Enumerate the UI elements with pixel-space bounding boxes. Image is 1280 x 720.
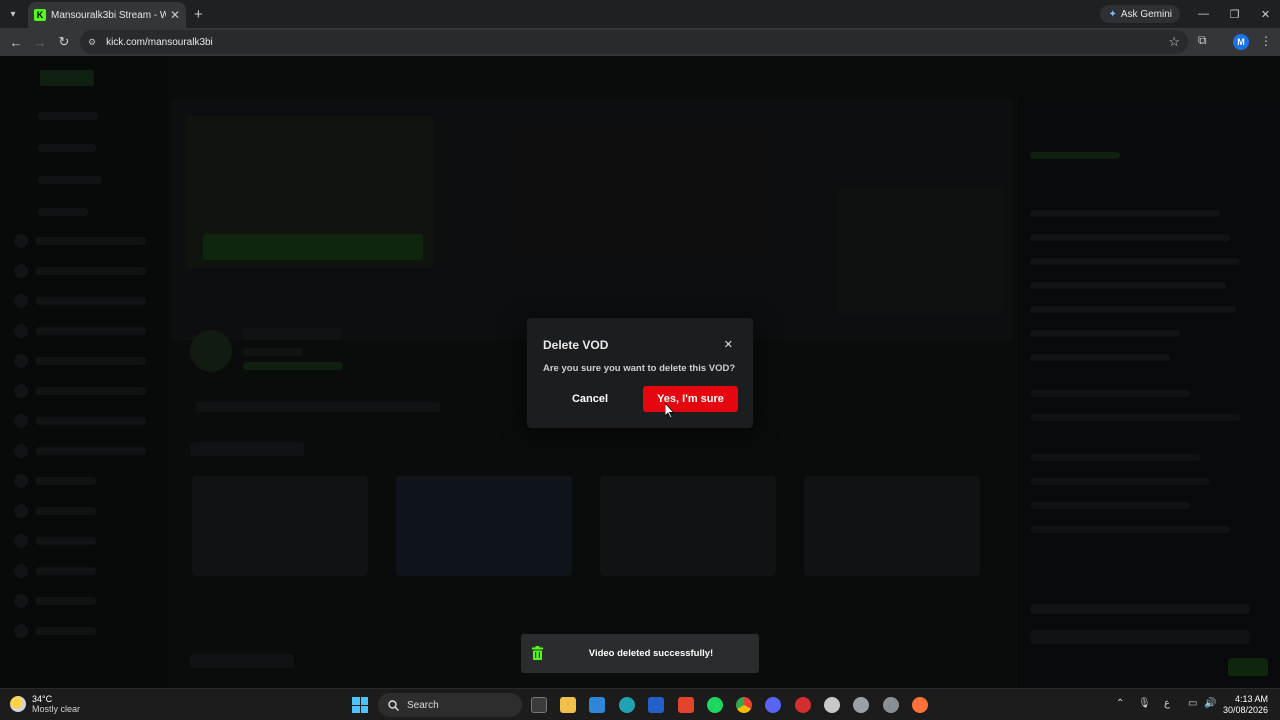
chrome-icon[interactable]	[736, 697, 752, 713]
spotify-icon[interactable]	[707, 697, 723, 713]
language-icon[interactable]: ع	[1164, 698, 1170, 709]
mouse-cursor-icon	[665, 403, 675, 419]
success-toast: Video deleted successfully!	[521, 634, 759, 673]
microphone-icon[interactable]: 🎙	[1138, 698, 1151, 709]
steam-icon[interactable]	[824, 697, 840, 713]
taskbar-search[interactable]: Search	[378, 693, 522, 717]
weather-widget[interactable]: 34°C Mostly clear	[10, 694, 80, 714]
close-icon[interactable]: ✕	[724, 338, 733, 351]
brave-icon[interactable]	[678, 697, 694, 713]
browser-tab[interactable]: K Mansouralk3bi Stream - Watch ✕	[28, 2, 186, 28]
dialog-message: Are you sure you want to delete this VOD…	[543, 363, 736, 374]
windows-taskbar: 34°C Mostly clear Search ⌃ 🎙 ع ▭ 🔊 4:13 …	[0, 688, 1280, 720]
site-info-icon[interactable]: ⚙	[88, 37, 96, 48]
address-bar[interactable]: ⚙ kick.com/mansouralk3bi ☆	[80, 30, 1188, 54]
app-icon[interactable]	[883, 697, 899, 713]
search-icon	[388, 699, 399, 711]
network-icon[interactable]: ▭	[1188, 698, 1197, 709]
windows-start-icon[interactable]	[352, 697, 368, 713]
firefox-icon[interactable]	[912, 697, 928, 713]
browser-menu-icon[interactable]: ⋮	[1260, 34, 1272, 48]
restore-icon[interactable]: ❐	[1219, 0, 1250, 28]
tab-title: Mansouralk3bi Stream - Watch	[51, 9, 166, 21]
tab-search-icon[interactable]: ▾	[2, 3, 24, 25]
clock-time: 4:13 AM	[1234, 694, 1268, 704]
toast-message: Video deleted successfully!	[588, 648, 714, 659]
close-window-icon[interactable]: ✕	[1250, 0, 1280, 28]
app-icon[interactable]	[795, 697, 811, 713]
gemini-sparkle-icon: ✦	[1108, 8, 1117, 20]
cancel-button[interactable]: Cancel	[545, 386, 635, 412]
forward-icon[interactable]: →	[28, 35, 52, 50]
close-tab-icon[interactable]: ✕	[170, 8, 180, 22]
minimize-icon[interactable]: —	[1188, 0, 1219, 28]
system-clock[interactable]: 4:13 AM 30/08/2026	[1223, 694, 1268, 716]
weather-condition: Mostly clear	[32, 704, 81, 714]
search-placeholder: Search	[407, 699, 439, 711]
weather-sun-icon	[10, 696, 26, 712]
delete-vod-dialog: Delete VOD ✕ Are you sure you want to de…	[527, 318, 753, 428]
back-icon[interactable]: ←	[4, 35, 28, 50]
store-icon[interactable]	[589, 697, 605, 713]
clock-date: 30/08/2026	[1222, 705, 1268, 715]
task-view-icon[interactable]	[531, 697, 547, 713]
extensions-icon[interactable]: ⧉	[1198, 33, 1207, 48]
bookmark-star-icon[interactable]: ☆	[1168, 34, 1180, 50]
edge-icon[interactable]	[619, 697, 635, 713]
calendar-app-icon[interactable]	[648, 697, 664, 713]
profile-avatar[interactable]: M	[1233, 34, 1249, 50]
weather-temperature: 34°C	[32, 694, 53, 704]
discord-icon[interactable]	[765, 697, 781, 713]
browser-toolbar: ← → ↻ ⚙ kick.com/mansouralk3bi ☆	[0, 28, 1280, 56]
ask-gemini-button[interactable]: ✦ Ask Gemini	[1100, 5, 1180, 23]
chevron-up-icon[interactable]: ⌃	[1116, 698, 1124, 709]
file-explorer-icon[interactable]	[560, 697, 576, 713]
address-url: kick.com/mansouralk3bi	[106, 36, 213, 48]
dialog-title: Delete VOD	[543, 338, 609, 352]
browser-tab-strip: ▾ K Mansouralk3bi Stream - Watch ✕ +	[0, 0, 1280, 28]
kick-favicon-icon: K	[34, 9, 46, 21]
confirm-delete-button[interactable]: Yes, I'm sure	[643, 386, 738, 412]
reload-icon[interactable]: ↻	[52, 34, 76, 50]
app-icon[interactable]	[853, 697, 869, 713]
new-tab-icon[interactable]: +	[194, 6, 203, 23]
ask-gemini-label: Ask Gemini	[1120, 8, 1172, 20]
volume-icon[interactable]: 🔊	[1204, 698, 1216, 709]
